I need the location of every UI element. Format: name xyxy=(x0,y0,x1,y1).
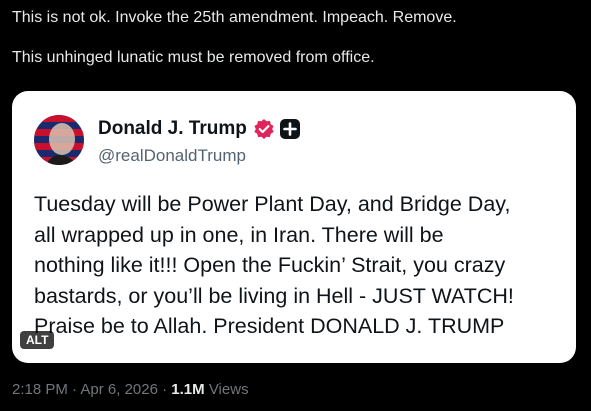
views-label: Views xyxy=(208,381,249,398)
alt-text-button[interactable]: ALT xyxy=(20,331,55,349)
post-date-link[interactable]: Apr 6, 2026 xyxy=(80,381,158,398)
post-time-link[interactable]: 2:18 PM xyxy=(12,381,68,398)
post-body-line: Tuesday will be Power Plant Day, and Bri… xyxy=(34,192,511,216)
plus-badge-icon xyxy=(279,118,301,140)
meta-separator: · xyxy=(162,381,168,398)
views-count: 1.1M xyxy=(171,381,205,398)
meta-separator: · xyxy=(72,381,78,398)
tweet-meta: 2:18 PM · Apr 6, 2026 · 1.1M Views xyxy=(12,381,249,398)
author-name-text: Donald J. Trump xyxy=(98,118,247,139)
author-name: Donald J. Trump xyxy=(98,118,301,140)
post-body-line: bastards, or you’ll be living in Hell - … xyxy=(34,283,514,308)
avatar xyxy=(34,115,84,165)
tweet-text-line-1: This is not ok. Invoke the 25th amendmen… xyxy=(12,9,457,26)
post-body-line: nothing like it!!! Open the Fuckin’ Stra… xyxy=(34,253,506,277)
post-body-line: all wrapped up in one, in Iran. There wi… xyxy=(34,222,444,247)
verified-check-icon xyxy=(253,118,275,140)
tweet-text: This is not ok. Invoke the 25th amendmen… xyxy=(12,8,582,68)
post-body-line: Praise be to Allah. President DONALD J. … xyxy=(34,314,505,338)
post-body: Tuesday will be Power Plant Day, and Bri… xyxy=(34,189,564,342)
tweet-text-line-2: This unhinged lunatic must be removed fr… xyxy=(12,49,375,66)
author-handle: @realDonaldTrump xyxy=(98,146,246,165)
embedded-post-image[interactable]: Donald J. Trump @realDonaldTrump Tuesday… xyxy=(12,91,576,363)
